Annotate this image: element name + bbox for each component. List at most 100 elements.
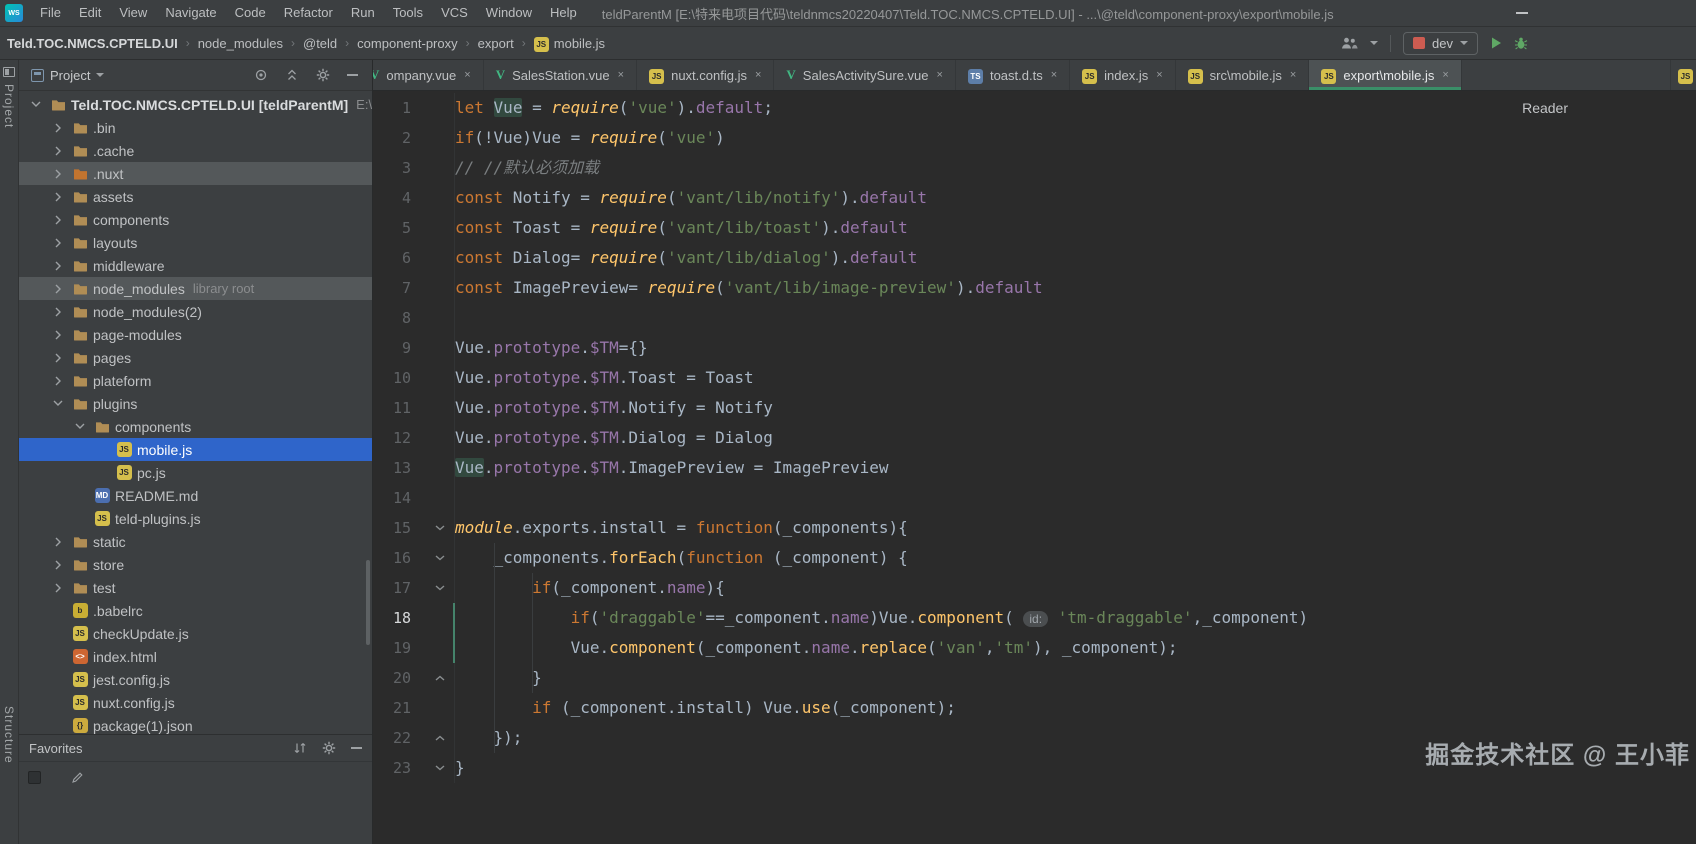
- fold-icon[interactable]: [433, 753, 447, 783]
- edit-icon[interactable]: [71, 771, 84, 784]
- editor-tab-ompany-vue[interactable]: Vompany.vue ×: [373, 60, 484, 90]
- tree-item-checkupdate-js[interactable]: JS checkUpdate.js: [19, 622, 372, 645]
- debug-button[interactable]: [1514, 36, 1528, 50]
- menu-vcs[interactable]: VCS: [432, 0, 477, 27]
- fold-icon[interactable]: [433, 543, 447, 573]
- menu-edit[interactable]: Edit: [70, 0, 110, 27]
- tree-expand-icon[interactable]: [47, 583, 69, 593]
- line-number[interactable]: 2: [373, 123, 411, 153]
- tree-expand-icon[interactable]: [47, 307, 69, 317]
- breadcrumb-teld-toc-nmcs-cpteld-ui[interactable]: Teld.TOC.NMCS.CPTELD.UI: [7, 36, 178, 51]
- hide-icon[interactable]: [351, 747, 362, 749]
- tree-expand-icon[interactable]: [47, 560, 69, 570]
- tree-expand-icon[interactable]: [47, 261, 69, 271]
- editor-tab-toast-d-ts[interactable]: TS toast.d.ts ×: [956, 60, 1071, 90]
- tree-expand-icon[interactable]: [47, 400, 69, 407]
- code-line-6[interactable]: 6 const Dialog= require('vant/lib/dialog'…: [373, 243, 1696, 273]
- tree-item-node-modules[interactable]: node_modules library root: [19, 277, 372, 300]
- tree-expand-icon[interactable]: [47, 353, 69, 363]
- line-number[interactable]: 6: [373, 243, 411, 273]
- code-line-14[interactable]: 14: [373, 483, 1696, 513]
- code-line-1[interactable]: 1 let Vue = require('vue').default;: [373, 93, 1696, 123]
- code-line-17[interactable]: 17 if(_component.name){: [373, 573, 1696, 603]
- code-line-8[interactable]: 8: [373, 303, 1696, 333]
- list-icon[interactable]: [28, 771, 41, 784]
- locate-icon[interactable]: [254, 68, 268, 82]
- line-number[interactable]: 12: [373, 423, 411, 453]
- editor-tab-salesstation-vue[interactable]: V SalesStation.vue ×: [484, 60, 638, 90]
- menu-help[interactable]: Help: [541, 0, 586, 27]
- line-number[interactable]: 14: [373, 483, 411, 513]
- code-line-3[interactable]: 3 // //默认必须加载: [373, 153, 1696, 183]
- menu-view[interactable]: View: [110, 0, 156, 27]
- tree-item-static[interactable]: static: [19, 530, 372, 553]
- tree-item-middleware[interactable]: middleware: [19, 254, 372, 277]
- code-line-4[interactable]: 4 const Notify = require('vant/lib/notify…: [373, 183, 1696, 213]
- code-line-16[interactable]: 16 _components.forEach(function (_compon…: [373, 543, 1696, 573]
- tree-item-node-modules-2[interactable]: node_modules(2): [19, 300, 372, 323]
- tree-item-test[interactable]: test: [19, 576, 372, 599]
- line-number[interactable]: 19: [373, 633, 411, 663]
- tree-scrollbar[interactable]: [366, 560, 370, 645]
- menu-file[interactable]: File: [31, 0, 70, 27]
- menu-navigate[interactable]: Navigate: [156, 0, 225, 27]
- close-icon[interactable]: ×: [1156, 69, 1162, 81]
- breadcrumb-export[interactable]: export: [478, 36, 514, 51]
- line-number[interactable]: 1: [373, 93, 411, 123]
- close-icon[interactable]: ×: [937, 69, 943, 81]
- project-view-selector[interactable]: Project: [50, 68, 90, 83]
- line-number[interactable]: 20: [373, 663, 411, 693]
- chevron-down-icon[interactable]: [1370, 41, 1379, 45]
- tree-expand-icon[interactable]: [25, 101, 47, 108]
- close-icon[interactable]: ×: [464, 69, 470, 81]
- editor-tab-index-js[interactable]: JS index.js ×: [1070, 60, 1176, 90]
- line-number[interactable]: 13: [373, 453, 411, 483]
- close-icon[interactable]: ×: [1290, 69, 1296, 81]
- fold-icon[interactable]: [433, 663, 447, 693]
- tree-item-teld-plugins-js[interactable]: JS teld-plugins.js: [19, 507, 372, 530]
- tree-item-components[interactable]: components: [19, 415, 372, 438]
- chevron-down-icon[interactable]: [96, 73, 105, 77]
- minimize-button[interactable]: [1516, 12, 1528, 14]
- tree-item-cache[interactable]: .cache: [19, 139, 372, 162]
- stripe-tab-project[interactable]: Project: [2, 84, 16, 128]
- tree-item-index-html[interactable]: <> index.html: [19, 645, 372, 668]
- code-line-7[interactable]: 7 const ImagePreview= require('vant/lib/i…: [373, 273, 1696, 303]
- menu-window[interactable]: Window: [477, 0, 541, 27]
- tree-expand-icon[interactable]: [47, 284, 69, 294]
- tree-item-jest-config-js[interactable]: JS jest.config.js: [19, 668, 372, 691]
- line-number[interactable]: 7: [373, 273, 411, 303]
- run-config-selector[interactable]: dev: [1403, 31, 1478, 55]
- tree-item-teld-toc-nmcs-cpteld-ui-teldparentm[interactable]: Teld.TOC.NMCS.CPTELD.UI [teldParentM] E:\: [19, 93, 372, 116]
- line-number[interactable]: 15: [373, 513, 411, 543]
- line-number[interactable]: 8: [373, 303, 411, 333]
- fold-icon[interactable]: [433, 513, 447, 543]
- breadcrumb-node-modules[interactable]: node_modules: [198, 36, 283, 51]
- run-button[interactable]: [1490, 36, 1502, 50]
- menu-run[interactable]: Run: [342, 0, 384, 27]
- line-number[interactable]: 9: [373, 333, 411, 363]
- stripe-tab-structure[interactable]: Structure: [2, 706, 16, 764]
- code-line-20[interactable]: 20 }: [373, 663, 1696, 693]
- menu-tools[interactable]: Tools: [384, 0, 432, 27]
- tree-expand-icon[interactable]: [47, 123, 69, 133]
- menu-refactor[interactable]: Refactor: [275, 0, 342, 27]
- code-line-13[interactable]: 13 Vue.prototype.$TM.ImagePreview = Image…: [373, 453, 1696, 483]
- code-line-12[interactable]: 12 Vue.prototype.$TM.Dialog = Dialog: [373, 423, 1696, 453]
- users-icon[interactable]: [1341, 36, 1358, 50]
- collapse-all-icon[interactable]: [285, 68, 299, 82]
- code-line-10[interactable]: 10 Vue.prototype.$TM.Toast = Toast: [373, 363, 1696, 393]
- code-line-11[interactable]: 11 Vue.prototype.$TM.Notify = Notify: [373, 393, 1696, 423]
- close-icon[interactable]: ×: [1442, 69, 1448, 81]
- breadcrumb-component-proxy[interactable]: component-proxy: [357, 36, 457, 51]
- tree-item-pages[interactable]: pages: [19, 346, 372, 369]
- tree-item-page-modules[interactable]: page-modules: [19, 323, 372, 346]
- close-icon[interactable]: ×: [755, 69, 761, 81]
- tree-expand-icon[interactable]: [47, 215, 69, 225]
- tree-expand-icon[interactable]: [47, 238, 69, 248]
- tree-item-mobile-js[interactable]: JS mobile.js: [19, 438, 372, 461]
- reader-mode-label[interactable]: Reader: [1522, 100, 1568, 116]
- tree-item-layouts[interactable]: layouts: [19, 231, 372, 254]
- tree-item-bin[interactable]: .bin: [19, 116, 372, 139]
- hide-icon[interactable]: [347, 74, 358, 76]
